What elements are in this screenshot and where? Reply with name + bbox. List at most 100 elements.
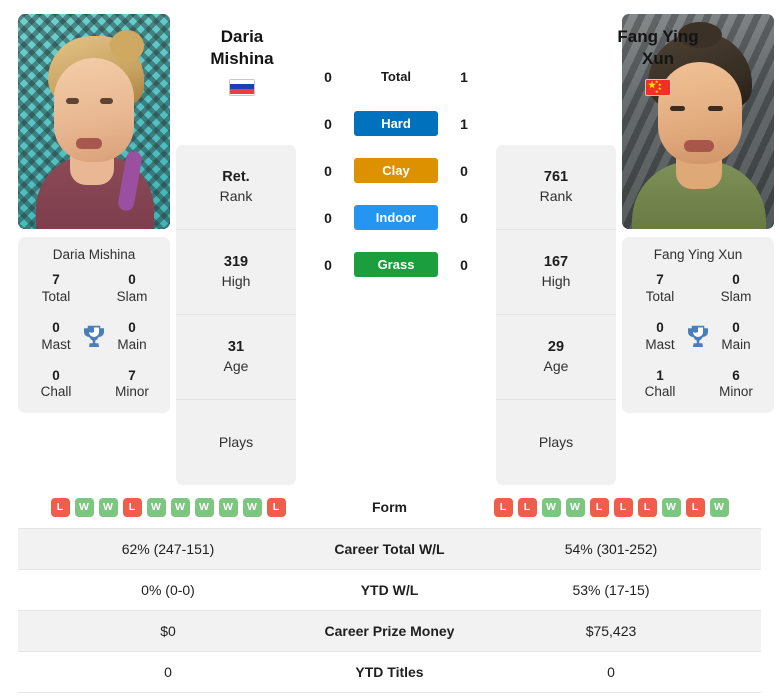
left-player-photo[interactable] xyxy=(18,14,170,229)
left-titles-total: 7 Total xyxy=(18,272,94,306)
h2h-grass-left: 0 xyxy=(324,256,332,273)
left-age-cell: 31 Age xyxy=(176,315,296,400)
left-titles-minor-value: 7 xyxy=(128,367,136,383)
h2h-row-total: 0 Total 1 xyxy=(302,64,490,89)
left-titles-chall: 0 Chall xyxy=(18,368,94,402)
right-high-value: 167 xyxy=(543,254,569,271)
form-badge-w[interactable]: W xyxy=(170,497,190,517)
right-form-cell: LLWWLLLWLW xyxy=(461,487,761,528)
form-badge-w[interactable]: W xyxy=(565,497,585,517)
h2h-row-grass: 0 Grass 0 xyxy=(302,252,490,277)
trophy-icon xyxy=(79,322,109,352)
right-plays-cell: Plays xyxy=(496,400,616,485)
right-titles-minor-label: Minor xyxy=(719,384,753,400)
right-titles-total-value: 7 xyxy=(656,272,664,287)
right-age-cell: 29 Age xyxy=(496,315,616,400)
left-plays-label: Plays xyxy=(218,434,254,451)
h2h-total-right: 1 xyxy=(460,68,468,85)
h2h-clay-badge[interactable]: Clay xyxy=(354,158,438,183)
right-titles-slam-value: 0 xyxy=(732,272,740,287)
right-rank-column: 761 Rank 167 High 29 Age Plays xyxy=(496,145,616,485)
right-titles-chall-label: Chall xyxy=(644,384,676,400)
left-titles-minor-label: Minor xyxy=(115,384,149,400)
form-badge-l[interactable]: L xyxy=(613,497,633,517)
head-to-head-panel: 0 Total 1 0 Hard 1 0 Clay 0 0 Indoor 0 0 xyxy=(302,14,490,277)
table-row-form: LWWLWWWWWL Form LLWWLLLWLW xyxy=(18,487,761,528)
right-titles-slam: 0 Slam xyxy=(698,272,774,306)
h2h-indoor-right: 0 xyxy=(460,209,468,226)
h2h-indoor-left: 0 xyxy=(324,209,332,226)
right-high-label: High xyxy=(541,273,571,290)
right-age-label: Age xyxy=(543,358,569,375)
row-label-career-prize-money: Career Prize Money xyxy=(324,622,455,639)
left-career-prize-money: $0 xyxy=(160,622,176,639)
form-badge-l[interactable]: L xyxy=(122,497,142,517)
form-badge-w[interactable]: W xyxy=(242,497,262,517)
form-badge-l[interactable]: L xyxy=(517,497,537,517)
table-row-ytd-titles: 0 YTD Titles 0 xyxy=(18,651,761,692)
form-badge-w[interactable]: W xyxy=(98,497,118,517)
right-titles-minor: 6 Minor xyxy=(698,368,774,402)
form-badge-l[interactable]: L xyxy=(50,497,70,517)
h2h-total-label: Total xyxy=(380,69,412,84)
right-titles-panel: Fang Ying Xun 7 Total 0 Slam 0 Mast 0 Ma… xyxy=(622,237,774,414)
right-form-strip: LLWWLLLWLW xyxy=(461,497,761,517)
left-titles-panel: Daria Mishina 7 Total 0 Slam 0 Mast 0 Ma… xyxy=(18,237,170,414)
left-player-name-label: Daria Mishina xyxy=(52,247,136,262)
right-titles-chall: 1 Chall xyxy=(622,368,698,402)
left-titles-slam-label: Slam xyxy=(116,288,148,304)
form-badge-l[interactable]: L xyxy=(637,497,657,517)
h2h-row-indoor: 0 Indoor 0 xyxy=(302,205,490,230)
left-age-value: 31 xyxy=(227,339,245,356)
form-badge-l[interactable]: L xyxy=(493,497,513,517)
left-titles-total-value: 7 xyxy=(52,272,60,287)
left-titles-slam: 0 Slam xyxy=(94,272,170,306)
right-rank-cell: 761 Rank xyxy=(496,145,616,230)
form-badge-w[interactable]: W xyxy=(541,497,561,517)
h2h-total-left: 0 xyxy=(324,68,332,85)
left-titles-minor: 7 Minor xyxy=(94,368,170,402)
form-badge-w[interactable]: W xyxy=(194,497,214,517)
form-badge-l[interactable]: L xyxy=(266,497,286,517)
right-career-total-wl: 54% (301-252) xyxy=(564,540,658,557)
trophy-icon xyxy=(683,322,713,352)
left-titles-chall-label: Chall xyxy=(40,384,72,400)
row-label-ytd-wl: YTD W/L xyxy=(360,581,419,598)
left-high-label: High xyxy=(221,273,251,290)
right-titles-chall-value: 1 xyxy=(656,367,664,383)
comparison-table: LWWLWWWWWL Form LLWWLLLWLW 62% (247-151)… xyxy=(18,487,761,693)
row-label-form: Form xyxy=(372,499,407,516)
right-player-column: Fang Ying Xun 7 Total 0 Slam 0 Mast 0 Ma… xyxy=(622,14,774,414)
player-comparison-page: Daria Mishina 7 Total 0 Slam 0 Mast 0 Ma… xyxy=(0,0,779,699)
left-high-cell: 319 High xyxy=(176,230,296,315)
right-player-photo[interactable] xyxy=(622,14,774,229)
left-form-cell: LWWLWWWWWL xyxy=(18,487,318,528)
left-titles-chall-value: 0 xyxy=(52,367,60,383)
form-badge-l[interactable]: L xyxy=(685,497,705,517)
left-rank-label: Rank xyxy=(219,188,253,205)
right-rank-value: 761 xyxy=(543,169,569,186)
right-age-value: 29 xyxy=(547,339,565,356)
left-ytd-titles: 0 xyxy=(164,663,172,680)
h2h-row-clay: 0 Clay 0 xyxy=(302,158,490,183)
form-badge-w[interactable]: W xyxy=(146,497,166,517)
left-player-column: Daria Mishina 7 Total 0 Slam 0 Mast 0 Ma… xyxy=(18,14,170,414)
left-rank-column: Ret. Rank 319 High 31 Age Plays xyxy=(176,145,296,485)
right-rank-label: Rank xyxy=(539,188,573,205)
h2h-hard-badge[interactable]: Hard xyxy=(354,111,438,136)
form-badge-w[interactable]: W xyxy=(218,497,238,517)
h2h-grass-right: 0 xyxy=(460,256,468,273)
form-badge-w[interactable]: W xyxy=(709,497,729,517)
left-rank-cell: Ret. Rank xyxy=(176,145,296,230)
form-badge-w[interactable]: W xyxy=(74,497,94,517)
table-row-career-total-wl: 62% (247-151) Career Total W/L 54% (301-… xyxy=(18,528,761,569)
right-titles-minor-value: 6 xyxy=(732,367,740,383)
h2h-grass-badge[interactable]: Grass xyxy=(354,252,438,277)
form-badge-l[interactable]: L xyxy=(589,497,609,517)
row-label-ytd-titles: YTD Titles xyxy=(355,663,424,680)
h2h-row-hard: 0 Hard 1 xyxy=(302,111,490,136)
h2h-indoor-badge[interactable]: Indoor xyxy=(354,205,438,230)
right-plays-label: Plays xyxy=(538,434,574,451)
form-badge-w[interactable]: W xyxy=(661,497,681,517)
right-career-prize-money: $75,423 xyxy=(585,622,637,639)
